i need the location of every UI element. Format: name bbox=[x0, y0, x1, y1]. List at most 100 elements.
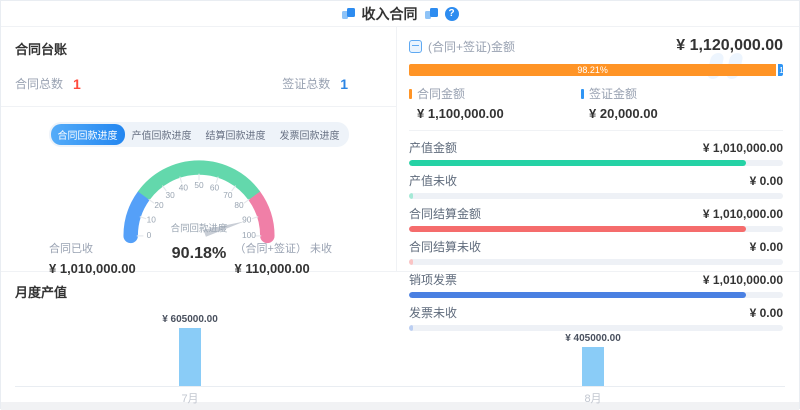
contract-total-stat: 合同总数 1 bbox=[15, 75, 81, 92]
metric-label: 产值未收 bbox=[409, 172, 457, 189]
metric-label: 销项发票 bbox=[409, 271, 457, 288]
legend-marker bbox=[409, 89, 412, 99]
metric-label: 发票未收 bbox=[409, 304, 457, 321]
metric-bar-fill bbox=[409, 160, 746, 166]
gauge-tick: 30 bbox=[165, 190, 175, 200]
gauge-tick: 90 bbox=[242, 215, 252, 225]
metric-value: ¥ 1,010,000.00 bbox=[703, 273, 783, 287]
legend-value: ¥ 20,000.00 bbox=[581, 106, 753, 121]
stat-value: 1 bbox=[73, 76, 81, 92]
metric-row-output-unreceived: 产值未收 ¥ 0.00 bbox=[409, 172, 783, 199]
stat-value: ¥ 110,000.00 bbox=[235, 261, 332, 276]
main-area: 合同台账 合同总数 1 签证总数 1 合同回款进度 产值回款进度 结算回款进度 … bbox=[1, 27, 799, 271]
gauge-tick: 70 bbox=[223, 190, 233, 200]
metric-label: 合同结算金额 bbox=[409, 205, 481, 222]
metric-row-invoice-unreceived: 发票未收 ¥ 0.00 bbox=[409, 304, 783, 331]
gauge-tick: 60 bbox=[209, 182, 219, 192]
gauge-title: 合同回款进度 bbox=[170, 222, 227, 234]
metric-value: ¥ 0.00 bbox=[750, 306, 783, 320]
bar[interactable] bbox=[179, 328, 201, 386]
gauge-tick: 0 bbox=[146, 230, 151, 240]
metric-row-output-amount: 产值金额 ¥ 1,010,000.00 bbox=[409, 139, 783, 166]
header: 收入合同 ? bbox=[1, 1, 799, 27]
metric-bar-track bbox=[409, 160, 783, 166]
metric-value: ¥ 0.00 bbox=[750, 174, 783, 188]
summary-label-row: (合同+签证)金额 bbox=[409, 38, 515, 55]
summary-total: ¥ 1,120,000.00 bbox=[676, 37, 783, 55]
metric-bar-track bbox=[409, 259, 783, 265]
dashboard-card: 收入合同 ? 合同台账 合同总数 1 签证总数 1 bbox=[0, 0, 800, 409]
metric-label: 合同结算未收 bbox=[409, 238, 481, 255]
metric-bar-fill bbox=[409, 325, 413, 331]
ledger-title: 合同台账 bbox=[15, 39, 382, 58]
stat-label: 合同已收 bbox=[49, 240, 136, 256]
tab-output-payment-progress[interactable]: 产值回款进度 bbox=[125, 124, 199, 145]
page-title: 收入合同 bbox=[362, 4, 418, 24]
metric-bar-track bbox=[409, 325, 783, 331]
tab-invoice-payment-progress[interactable]: 发票回款进度 bbox=[273, 124, 347, 145]
summary-head: (合同+签证)金额 ¥ 1,120,000.00 bbox=[409, 37, 783, 55]
metric-row-settlement-unreceived: 合同结算未收 ¥ 0.00 bbox=[409, 238, 783, 265]
stat-value: 1 bbox=[340, 76, 348, 92]
contract-received-stat: 合同已收 ¥ 1,010,000.00 bbox=[49, 240, 136, 276]
document-icon bbox=[409, 40, 422, 53]
gauge-tick: 100 bbox=[242, 230, 256, 240]
stat-value: ¥ 1,010,000.00 bbox=[49, 261, 136, 276]
gauge-tick: 10 bbox=[146, 215, 156, 225]
legend-label: 合同金额 bbox=[417, 85, 465, 102]
bar-value-label: ¥ 405000.00 bbox=[565, 333, 621, 344]
gauge-stats: 合同已收 ¥ 1,010,000.00 （合同+签证） 未收 ¥ 110,000… bbox=[1, 240, 396, 276]
metric-row-output-invoice: 销项发票 ¥ 1,010,000.00 bbox=[409, 271, 783, 298]
gauge-tick: 20 bbox=[154, 200, 164, 210]
metric-value: ¥ 1,010,000.00 bbox=[703, 207, 783, 221]
metric-bar-track bbox=[409, 226, 783, 232]
metric-bar-fill bbox=[409, 292, 746, 298]
bar-august: ¥ 405000.00 8月 bbox=[582, 347, 604, 386]
gauge-band-blue bbox=[130, 196, 143, 236]
contract-amount-segment[interactable]: 98.21% bbox=[409, 64, 776, 76]
gauge-tick: 40 bbox=[178, 182, 188, 192]
bar[interactable] bbox=[582, 347, 604, 386]
metric-value: ¥ 1,010,000.00 bbox=[703, 141, 783, 155]
amount-legend: 合同金额 ¥ 1,100,000.00 签证金额 ¥ 20,000.00 bbox=[409, 85, 783, 121]
legend-value: ¥ 1,100,000.00 bbox=[409, 106, 581, 121]
amount-summary-section: (合同+签证)金额 ¥ 1,120,000.00 98.21% 1.79% 合同… bbox=[409, 37, 783, 131]
legend-visa-amount: 签证金额 ¥ 20,000.00 bbox=[581, 85, 753, 121]
metric-value: ¥ 0.00 bbox=[750, 240, 783, 254]
amount-stacked-bar: 98.21% 1.79% bbox=[409, 64, 783, 76]
stat-label: （合同+签证） 未收 bbox=[235, 240, 332, 256]
x-axis-label: 7月 bbox=[181, 390, 198, 406]
contract-ledger-section: 合同台账 合同总数 1 签证总数 1 bbox=[1, 27, 396, 107]
metric-bar-fill bbox=[409, 193, 413, 199]
help-icon[interactable]: ? bbox=[445, 7, 459, 21]
bar-chart-icon bbox=[425, 8, 438, 19]
gauge-tick: 80 bbox=[234, 200, 244, 210]
metrics-list: 产值金额 ¥ 1,010,000.00 产值未收 ¥ 0.00 合同结算金额 ¥ 1,… bbox=[409, 139, 783, 331]
ledger-stats: 合同总数 1 签证总数 1 bbox=[15, 75, 382, 92]
visa-total-stat: 签证总数 1 bbox=[282, 75, 348, 92]
right-panel: (合同+签证)金额 ¥ 1,120,000.00 98.21% 1.79% 合同… bbox=[397, 27, 799, 271]
stat-label: 签证总数 bbox=[282, 75, 330, 92]
left-panel: 合同台账 合同总数 1 签证总数 1 合同回款进度 产值回款进度 结算回款进度 … bbox=[1, 27, 397, 271]
bar-value-label: ¥ 605000.00 bbox=[162, 314, 218, 325]
visa-amount-segment[interactable]: 1.79% bbox=[778, 64, 783, 76]
x-axis-label: 8月 bbox=[584, 390, 601, 406]
bar-chart-icon bbox=[342, 8, 355, 19]
metric-label: 产值金额 bbox=[409, 139, 457, 156]
metric-bar-track bbox=[409, 193, 783, 199]
metric-row-settlement-amount: 合同结算金额 ¥ 1,010,000.00 bbox=[409, 205, 783, 232]
legend-label: 签证金额 bbox=[589, 85, 637, 102]
legend-marker bbox=[581, 89, 584, 99]
metric-bar-fill bbox=[409, 259, 413, 265]
tab-settlement-payment-progress[interactable]: 结算回款进度 bbox=[199, 124, 273, 145]
bar-july: ¥ 605000.00 7月 bbox=[179, 328, 201, 386]
stat-label: 合同总数 bbox=[15, 75, 63, 92]
metric-bar-track bbox=[409, 292, 783, 298]
tab-contract-payment-progress[interactable]: 合同回款进度 bbox=[51, 124, 125, 145]
legend-contract-amount: 合同金额 ¥ 1,100,000.00 bbox=[409, 85, 581, 121]
metric-bar-fill bbox=[409, 226, 746, 232]
unreceived-stat: （合同+签证） 未收 ¥ 110,000.00 bbox=[235, 240, 332, 276]
gauge-band-pink bbox=[254, 196, 267, 236]
summary-label: (合同+签证)金额 bbox=[428, 38, 515, 55]
gauge-tick: 50 bbox=[194, 180, 204, 190]
